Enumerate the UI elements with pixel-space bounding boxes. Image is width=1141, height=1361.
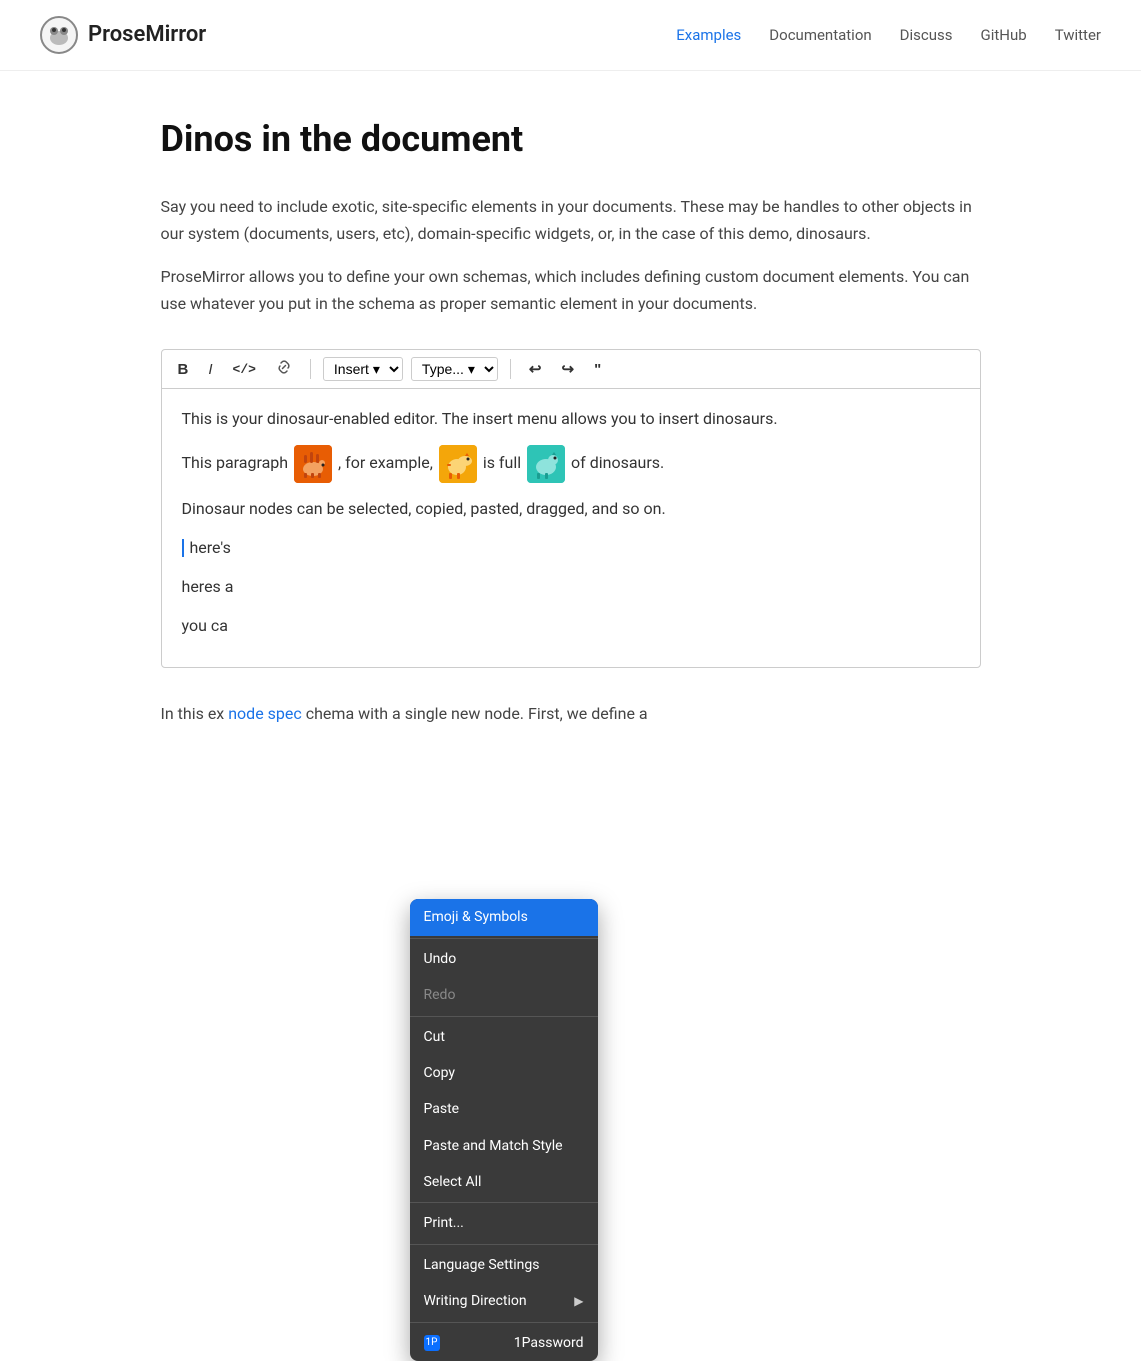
context-menu-language[interactable]: Language Settings [410, 1247, 598, 1283]
editor-body[interactable]: This is your dinosaur-enabled editor. Th… [162, 389, 980, 667]
intro-para-2: ProseMirror allows you to define your ow… [161, 263, 981, 317]
text-cursor [182, 539, 184, 557]
redo-button[interactable]: ↪ [556, 357, 581, 381]
select-all-label: Select All [424, 1171, 482, 1193]
logo-text: ProseMirror [88, 17, 206, 52]
context-menu-paste[interactable]: Paste [410, 1091, 598, 1127]
context-sep-3 [410, 1202, 598, 1203]
nav-github[interactable]: GitHub [981, 23, 1027, 47]
header: ProseMirror Examples Documentation Discu… [0, 0, 1141, 71]
nav-twitter[interactable]: Twitter [1055, 23, 1101, 47]
italic-button[interactable]: I [202, 358, 218, 381]
context-sep-5 [410, 1322, 598, 1323]
line2-mid2: is full [483, 453, 525, 472]
context-menu-paste-match[interactable]: Paste and Match Style [410, 1128, 598, 1164]
editor-line-6: you ca [182, 612, 960, 639]
logo-icon [40, 16, 78, 54]
quote-button[interactable]: " [588, 358, 607, 381]
context-menu-select-all[interactable]: Select All [410, 1164, 598, 1200]
editor-toolbar: B I </> Insert ▾ Type... ▾ ↩ ↪ " [162, 350, 980, 389]
line2-mid1: , for example, [338, 453, 437, 472]
code-button[interactable]: </> [227, 359, 262, 380]
undo-button[interactable]: ↩ [523, 357, 548, 381]
page-title: Dinos in the document [161, 111, 981, 169]
dino-raptor[interactable] [527, 445, 565, 483]
context-sep-1 [410, 938, 598, 939]
paste-label: Paste [424, 1098, 460, 1120]
main-content: Dinos in the document Say you need to in… [141, 71, 1001, 783]
copy-label: Copy [424, 1062, 456, 1084]
editor-line-4: here's [182, 534, 960, 561]
bottom-text2: chema with a single new node. First, we … [306, 704, 648, 723]
context-menu-undo[interactable]: Undo [410, 941, 598, 977]
editor-line-3: Dinosaur nodes can be selected, copied, … [182, 495, 960, 522]
bottom-para: In this ex node spec chema with a single… [161, 700, 981, 727]
context-menu-cut[interactable]: Cut [410, 1019, 598, 1055]
emoji-label: Emoji & Symbols [424, 906, 528, 928]
print-label: Print... [424, 1212, 464, 1234]
nav-examples[interactable]: Examples [676, 23, 741, 47]
context-menu-1password[interactable]: 1P 1Password [410, 1325, 598, 1361]
link-button[interactable] [270, 356, 298, 382]
context-menu-emoji[interactable]: Emoji & Symbols [410, 899, 598, 935]
editor-line-1: This is your dinosaur-enabled editor. Th… [182, 405, 960, 432]
submenu-arrow-icon: ▶ [574, 1292, 583, 1311]
language-label: Language Settings [424, 1254, 540, 1276]
line5-pre: heres a [182, 577, 234, 596]
intro-para-1: Say you need to include exotic, site-spe… [161, 193, 981, 247]
line2-pre: This paragraph [182, 453, 293, 472]
1password-icon: 1P [424, 1335, 440, 1351]
paste-match-label: Paste and Match Style [424, 1135, 563, 1157]
cut-label: Cut [424, 1026, 445, 1048]
dino-stegosaurus[interactable] [294, 445, 332, 483]
context-menu: Emoji & Symbols Undo Redo Cut Copy Paste [410, 899, 598, 1361]
nav-discuss[interactable]: Discuss [900, 23, 953, 47]
dino-trex[interactable] [439, 445, 477, 483]
node-spec-link[interactable]: node spec [228, 704, 302, 723]
1password-label: 1Password [514, 1332, 584, 1354]
link-icon [276, 359, 292, 375]
context-menu-redo: Redo [410, 977, 598, 1013]
redo-label: Redo [424, 984, 456, 1006]
editor-line-5: heres a [182, 573, 960, 600]
nav-documentation[interactable]: Documentation [769, 23, 871, 47]
editor-line-2: This paragraph [182, 445, 960, 483]
context-menu-print[interactable]: Print... [410, 1205, 598, 1241]
stego-svg [294, 445, 332, 483]
line2-post: of dinosaurs. [571, 453, 664, 472]
bottom-text1: In this ex [161, 704, 225, 723]
line4-pre: here's [189, 538, 230, 557]
writing-label: Writing Direction [424, 1290, 527, 1312]
bottom-section: In this ex node spec chema with a single… [161, 700, 981, 727]
context-sep-4 [410, 1244, 598, 1245]
main-nav: Examples Documentation Discuss GitHub Tw… [676, 23, 1101, 47]
undo-label: Undo [424, 948, 457, 970]
toolbar-sep-2 [510, 359, 511, 379]
raptor-svg [527, 445, 565, 483]
context-menu-writing[interactable]: Writing Direction ▶ [410, 1283, 598, 1319]
editor-container: B I </> Insert ▾ Type... ▾ ↩ ↪ " This is… [161, 349, 981, 668]
context-menu-copy[interactable]: Copy [410, 1055, 598, 1091]
logo-area: ProseMirror [40, 16, 206, 54]
insert-dropdown[interactable]: Insert ▾ [323, 357, 403, 381]
type-dropdown[interactable]: Type... ▾ [411, 357, 498, 381]
bold-button[interactable]: B [172, 358, 195, 381]
trex-svg [439, 445, 477, 483]
line6-pre: you ca [182, 616, 228, 635]
context-sep-2 [410, 1016, 598, 1017]
toolbar-sep-1 [310, 359, 311, 379]
